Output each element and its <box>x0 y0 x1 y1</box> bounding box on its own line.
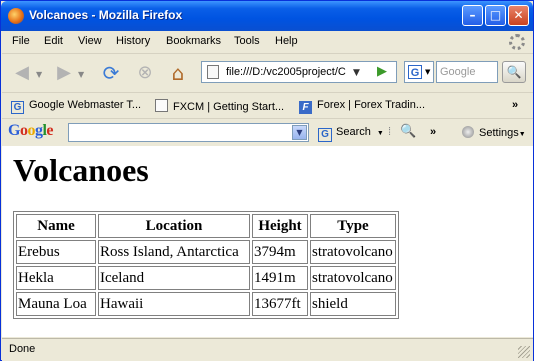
url-bar[interactable]: file:///D:/vc2005project/C ▼ ▶ <box>201 61 397 83</box>
menu-history[interactable]: History <box>116 35 150 47</box>
menu-bar: File Edit View History Bookmarks Tools H… <box>2 32 533 52</box>
search-button-label: Search <box>336 126 371 138</box>
throbber-icon <box>509 34 525 50</box>
cell-type: stratovolcano <box>310 266 396 290</box>
table-row: Erebus Ross Island, Antarctica 3794m str… <box>16 240 396 264</box>
bookmark-label: Forex | Forex Tradin... <box>317 99 426 111</box>
forward-button[interactable]: ▶ <box>52 61 76 85</box>
volcano-table: Name Location Height Type Erebus Ross Is… <box>13 211 399 319</box>
cell-type: stratovolcano <box>310 240 396 264</box>
bookmark-forex[interactable]: F Forex | Forex Tradin... <box>299 99 425 114</box>
google-overflow-chevron-icon[interactable]: » <box>430 126 436 138</box>
google-search-dropdown-icon[interactable]: ▼ <box>292 125 307 140</box>
menu-file[interactable]: File <box>12 35 30 47</box>
forward-history-dropdown-icon[interactable]: ▼ <box>78 70 84 79</box>
url-text[interactable]: file:///D:/vc2005project/C <box>226 66 348 78</box>
go-button[interactable]: ▶ <box>373 64 391 80</box>
reload-button[interactable]: ⟳ <box>99 61 123 85</box>
bookmark-label: FXCM | Getting Start... <box>173 101 285 113</box>
back-button[interactable]: ◀ <box>10 61 34 85</box>
column-header-height: Height <box>252 214 308 238</box>
cell-location: Ross Island, Antarctica <box>98 240 250 264</box>
title-bar[interactable]: Volcanoes - Mozilla Firefox – □ ✕ <box>1 1 533 31</box>
bookmark-label: Google Webmaster T... <box>29 99 142 111</box>
maximize-button[interactable]: □ <box>485 5 506 26</box>
table-row: Hekla Iceland 1491m stratovolcano <box>16 266 396 290</box>
toolbar-separator-grip-icon: ⁞ <box>388 126 392 138</box>
search-dropdown-icon: ▼ <box>376 130 384 137</box>
close-button[interactable]: ✕ <box>508 5 529 26</box>
google-search-button[interactable]: G Search ▼ <box>318 126 384 142</box>
menu-view[interactable]: View <box>78 35 102 47</box>
google-search-input[interactable]: ▼ <box>68 123 309 142</box>
search-magnifier-button[interactable]: 🔍 <box>502 61 526 83</box>
cell-height: 13677ft <box>252 292 308 316</box>
back-history-dropdown-icon[interactable]: ▼ <box>36 70 42 79</box>
highlight-search-terms-icon[interactable]: 🔍 <box>400 123 416 139</box>
menu-help[interactable]: Help <box>275 35 298 47</box>
google-toolbar: Google ▼ G Search ▼ ⁞ 🔍 » Settings▼ <box>2 118 533 147</box>
google-logo[interactable]: Google <box>8 122 53 140</box>
bookmarks-overflow-chevron-icon[interactable]: » <box>512 99 518 111</box>
google-g-icon: G <box>408 65 422 79</box>
settings-label: Settings <box>479 127 519 139</box>
forex-favicon-icon: F <box>299 101 312 114</box>
window-title: Volcanoes - Mozilla Firefox <box>29 8 183 22</box>
browser-window: Volcanoes - Mozilla Firefox – □ ✕ File E… <box>0 0 534 361</box>
resize-grip-icon[interactable] <box>518 346 530 358</box>
google-g-icon: G <box>318 128 332 142</box>
cell-name: Hekla <box>16 266 96 290</box>
status-bar: Done <box>2 338 533 361</box>
column-header-type: Type <box>310 214 396 238</box>
page-heading: Volcanoes <box>13 152 149 188</box>
column-header-location: Location <box>98 214 250 238</box>
table-header-row: Name Location Height Type <box>16 214 396 238</box>
page-icon <box>155 99 168 112</box>
home-button[interactable]: ⌂ <box>166 61 190 85</box>
menu-bookmarks[interactable]: Bookmarks <box>166 35 221 47</box>
cell-height: 3794m <box>252 240 308 264</box>
firefox-logo-icon <box>8 8 24 24</box>
cell-name: Mauna Loa <box>16 292 96 316</box>
url-dropdown-icon[interactable]: ▼ <box>353 68 360 78</box>
menu-tools[interactable]: Tools <box>234 35 260 47</box>
cell-location: Hawaii <box>98 292 250 316</box>
page-icon <box>207 65 219 79</box>
settings-button[interactable]: Settings▼ <box>462 126 526 139</box>
google-favicon-icon: G <box>11 101 24 114</box>
menu-edit[interactable]: Edit <box>44 35 63 47</box>
settings-dropdown-icon: ▼ <box>518 131 526 138</box>
column-header-name: Name <box>16 214 96 238</box>
search-input[interactable]: Google <box>436 61 498 83</box>
bookmarks-toolbar: G Google Webmaster T... FXCM | Getting St… <box>2 92 533 118</box>
cell-type: shield <box>310 292 396 316</box>
navigation-toolbar: ◀ ▼ ▶ ▼ ⟳ ⊗ ⌂ file:///D:/vc2005project/C… <box>2 53 533 92</box>
search-engine-selector[interactable]: G ▼ <box>404 61 434 83</box>
minimize-button[interactable]: – <box>462 5 483 26</box>
search-box: G ▼ Google 🔍 <box>404 61 526 83</box>
cell-name: Erebus <box>16 240 96 264</box>
settings-gear-icon <box>462 126 474 138</box>
bookmark-google-webmaster[interactable]: G Google Webmaster T... <box>11 99 141 114</box>
stop-button[interactable]: ⊗ <box>133 61 157 85</box>
bookmark-fxcm[interactable]: FXCM | Getting Start... <box>155 99 284 113</box>
status-text: Done <box>9 343 36 355</box>
cell-height: 1491m <box>252 266 308 290</box>
engine-dropdown-icon: ▼ <box>425 68 431 76</box>
page-content: Volcanoes Name Location Height Type Ereb… <box>2 146 533 337</box>
table-row: Mauna Loa Hawaii 13677ft shield <box>16 292 396 316</box>
cell-location: Iceland <box>98 266 250 290</box>
